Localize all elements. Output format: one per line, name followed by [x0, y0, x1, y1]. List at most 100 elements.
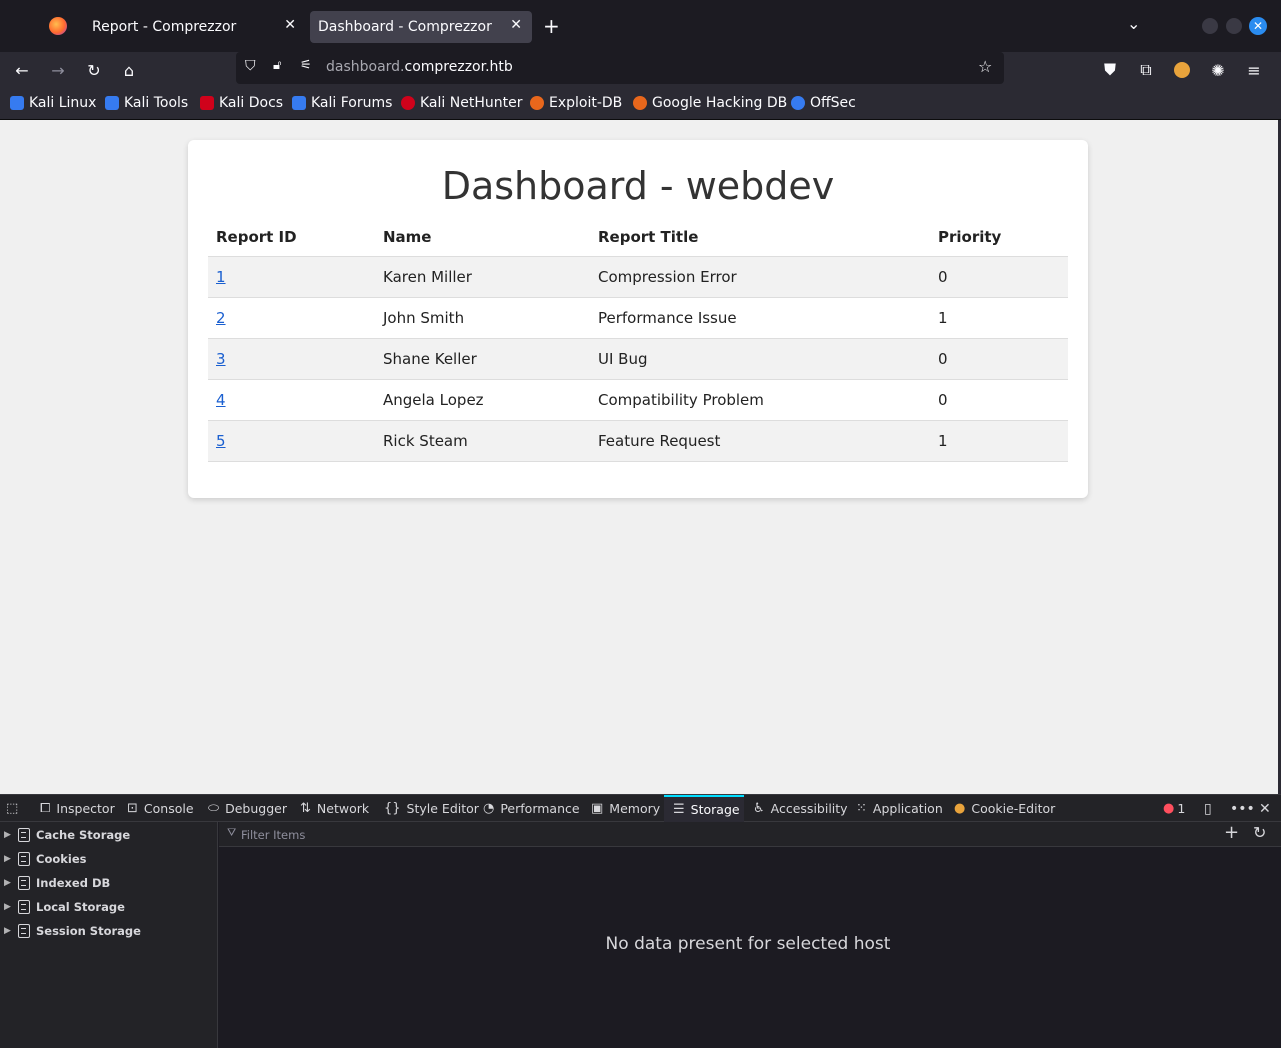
responsive-design-icon[interactable]: ▯ [1204, 795, 1212, 822]
filter-input[interactable] [223, 825, 1213, 844]
report-title-cell: Compatibility Problem [590, 379, 930, 421]
shield-icon[interactable]: ⛉ [245, 58, 256, 74]
accessibility-icon: ♿︎ [753, 801, 765, 816]
storage-item-cache[interactable]: ▶ Cache Storage [0, 824, 218, 846]
extension-badge-icon[interactable] [1168, 56, 1196, 84]
expand-arrow-icon[interactable]: ▶ [4, 926, 11, 936]
tab-dashboard[interactable]: Dashboard - Comprezzor ✕ [310, 11, 532, 43]
storage-item-session-storage[interactable]: ▶ Session Storage [0, 920, 218, 942]
more-options-icon[interactable]: ••• [1230, 795, 1255, 822]
forward-button[interactable]: → [44, 56, 72, 84]
cookie-icon: ● [954, 801, 966, 816]
tab-debugger[interactable]: ⬭ Debugger [208, 795, 287, 822]
element-picker-button[interactable]: ⬚ [6, 795, 24, 822]
priority-cell: 0 [930, 256, 1068, 298]
bookmark-google-hacking-db[interactable]: Google Hacking DB [633, 95, 787, 111]
report-link[interactable]: 3 [216, 350, 226, 368]
report-id-cell: 3 [208, 338, 375, 380]
name-cell: Rick Steam [375, 420, 590, 462]
kali-forums-icon [292, 96, 306, 110]
back-button[interactable]: ← [8, 56, 36, 84]
tab-label: Report - Comprezzor [92, 19, 237, 35]
tab-memory[interactable]: ▣ Memory [591, 795, 660, 822]
tab-console[interactable]: ⊡ Console [127, 795, 194, 822]
column-header: Priority [930, 218, 1068, 257]
network-icon: ⇅ [300, 801, 311, 816]
tab-report[interactable]: Report - Comprezzor ✕ [84, 11, 306, 43]
tab-accessibility[interactable]: ♿︎ Accessibility [753, 795, 848, 822]
close-icon[interactable]: ✕ [510, 17, 522, 33]
window-close-button[interactable]: ✕ [1249, 17, 1267, 35]
expand-arrow-icon[interactable]: ▶ [4, 878, 11, 888]
bookmark-kali-nethunter[interactable]: Kali NetHunter [401, 95, 522, 111]
bookmark-exploit-db[interactable]: Exploit-DB [530, 95, 622, 111]
browser-tab-bar: Report - Comprezzor ✕ Dashboard - Compre… [0, 0, 1281, 52]
close-icon[interactable]: ✕ [284, 17, 296, 33]
pocket-icon[interactable]: ⛊ [1096, 56, 1124, 84]
priority-cell: 1 [930, 297, 1068, 339]
tab-storage[interactable]: ☰ Storage [664, 795, 744, 822]
close-devtools-icon[interactable]: ✕ [1259, 795, 1271, 822]
home-button[interactable]: ⌂ [115, 56, 143, 84]
storage-item-indexed-db[interactable]: ▶ Indexed DB [0, 872, 218, 894]
report-link[interactable]: 1 [216, 268, 226, 286]
expand-arrow-icon[interactable]: ▶ [4, 830, 11, 840]
report-link[interactable]: 2 [216, 309, 226, 327]
storage-icon: ☰ [673, 802, 685, 817]
storage-item-local-storage[interactable]: ▶ Local Storage [0, 896, 218, 918]
minimize-button[interactable] [1202, 18, 1218, 34]
expand-arrow-icon[interactable]: ▶ [4, 854, 11, 864]
chevron-down-icon[interactable]: ⌄ [1127, 14, 1140, 33]
error-count-badge[interactable]: ● 1 [1163, 795, 1185, 822]
name-cell: Angela Lopez [375, 379, 590, 421]
grid-icon: ⁙ [856, 801, 867, 816]
tab-network[interactable]: ⇅ Network [300, 795, 369, 822]
bookmark-kali-forums[interactable]: Kali Forums [292, 95, 392, 111]
report-id-cell: 2 [208, 297, 375, 339]
database-icon [18, 876, 30, 890]
kali-tools-icon [105, 96, 119, 110]
tab-application[interactable]: ⁙ Application [856, 795, 943, 822]
table-row: 2 John Smith Performance Issue 1 [208, 297, 1068, 339]
tab-cookie-editor[interactable]: ● Cookie-Editor [954, 795, 1055, 822]
maximize-button[interactable] [1226, 18, 1242, 34]
braces-icon: {} [384, 801, 401, 816]
firefox-icon[interactable] [49, 17, 67, 35]
expand-arrow-icon[interactable]: ▶ [4, 902, 11, 912]
bookmark-star-icon[interactable]: ☆ [978, 57, 992, 76]
url-text[interactable]: dashboard.comprezzor.htb [326, 59, 513, 75]
report-title-cell: Feature Request [590, 420, 930, 462]
reload-button[interactable]: ↻ [80, 56, 108, 84]
extensions-icon[interactable]: ⧉ [1132, 56, 1160, 84]
add-item-icon[interactable]: + [1224, 822, 1239, 843]
menu-icon[interactable]: ≡ [1240, 56, 1268, 84]
bookmark-kali-linux[interactable]: Kali Linux [10, 95, 96, 111]
tab-inspector[interactable]: ⧠ Inspector [40, 795, 115, 822]
priority-cell: 0 [930, 338, 1068, 380]
storage-item-cookies[interactable]: ▶ Cookies [0, 848, 218, 870]
url-bar[interactable]: ⛉ 🔓︎ ⚟ dashboard.comprezzor.htb ☆ [236, 52, 1004, 84]
chip-icon: ▣ [591, 801, 604, 816]
report-link[interactable]: 5 [216, 432, 226, 450]
debugger-icon: ⬭ [208, 801, 220, 816]
report-id-cell: 1 [208, 256, 375, 298]
tab-style-editor[interactable]: {} Style Editor [384, 795, 479, 822]
reports-table: Report ID Name Report Title Priority 1 K… [208, 218, 1068, 462]
priority-cell: 0 [930, 379, 1068, 421]
bookmark-kali-tools[interactable]: Kali Tools [105, 95, 188, 111]
cookie-icon[interactable]: ✺ [1204, 56, 1232, 84]
empty-state-message: No data present for selected host [605, 934, 891, 954]
bookmark-offsec[interactable]: OffSec [791, 95, 856, 111]
permissions-icon[interactable]: ⚟ [300, 58, 312, 73]
new-tab-button[interactable]: + [543, 14, 560, 38]
bookmark-kali-docs[interactable]: Kali Docs [200, 95, 283, 111]
ghdb-icon [633, 96, 647, 110]
report-link[interactable]: 4 [216, 391, 226, 409]
refresh-icon[interactable]: ↻ [1253, 823, 1266, 842]
storage-sidebar: ▶ Cache Storage ▶ Cookies ▶ Indexed DB ▶ Loc… [0, 822, 218, 1048]
gauge-icon: ◔ [483, 801, 495, 816]
table-header-row: Report ID Name Report Title Priority [208, 218, 1068, 257]
table-row: 1 Karen Miller Compression Error 0 [208, 256, 1068, 298]
tab-performance[interactable]: ◔ Performance [483, 795, 580, 822]
lock-icon[interactable]: 🔓︎ [273, 58, 281, 73]
